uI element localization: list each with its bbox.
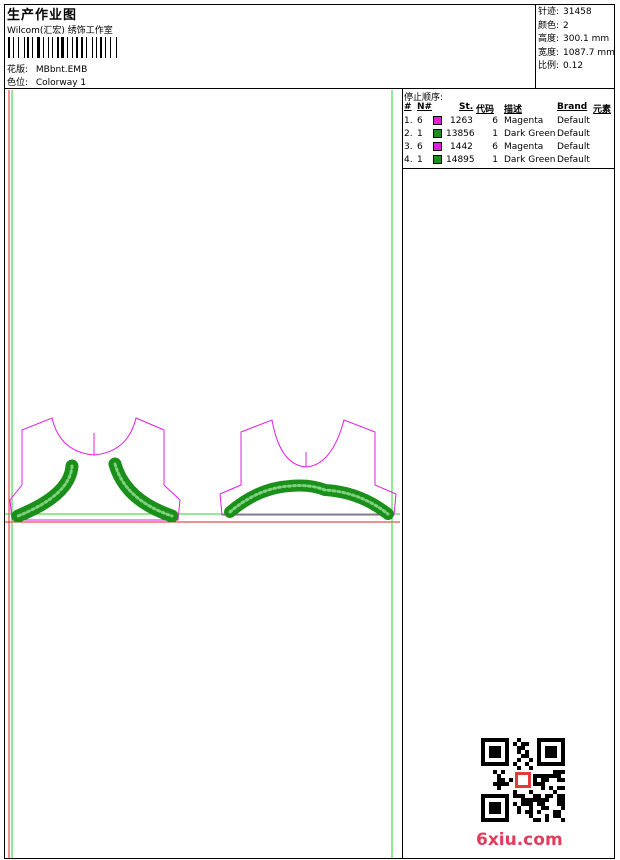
watermark-logo: 6xiu.com xyxy=(476,830,563,850)
embroidery-band-left-b xyxy=(108,457,179,523)
embroidery-drawing xyxy=(5,90,400,858)
embroidery-band-left-a xyxy=(11,459,79,523)
qr-code-image xyxy=(481,738,565,822)
